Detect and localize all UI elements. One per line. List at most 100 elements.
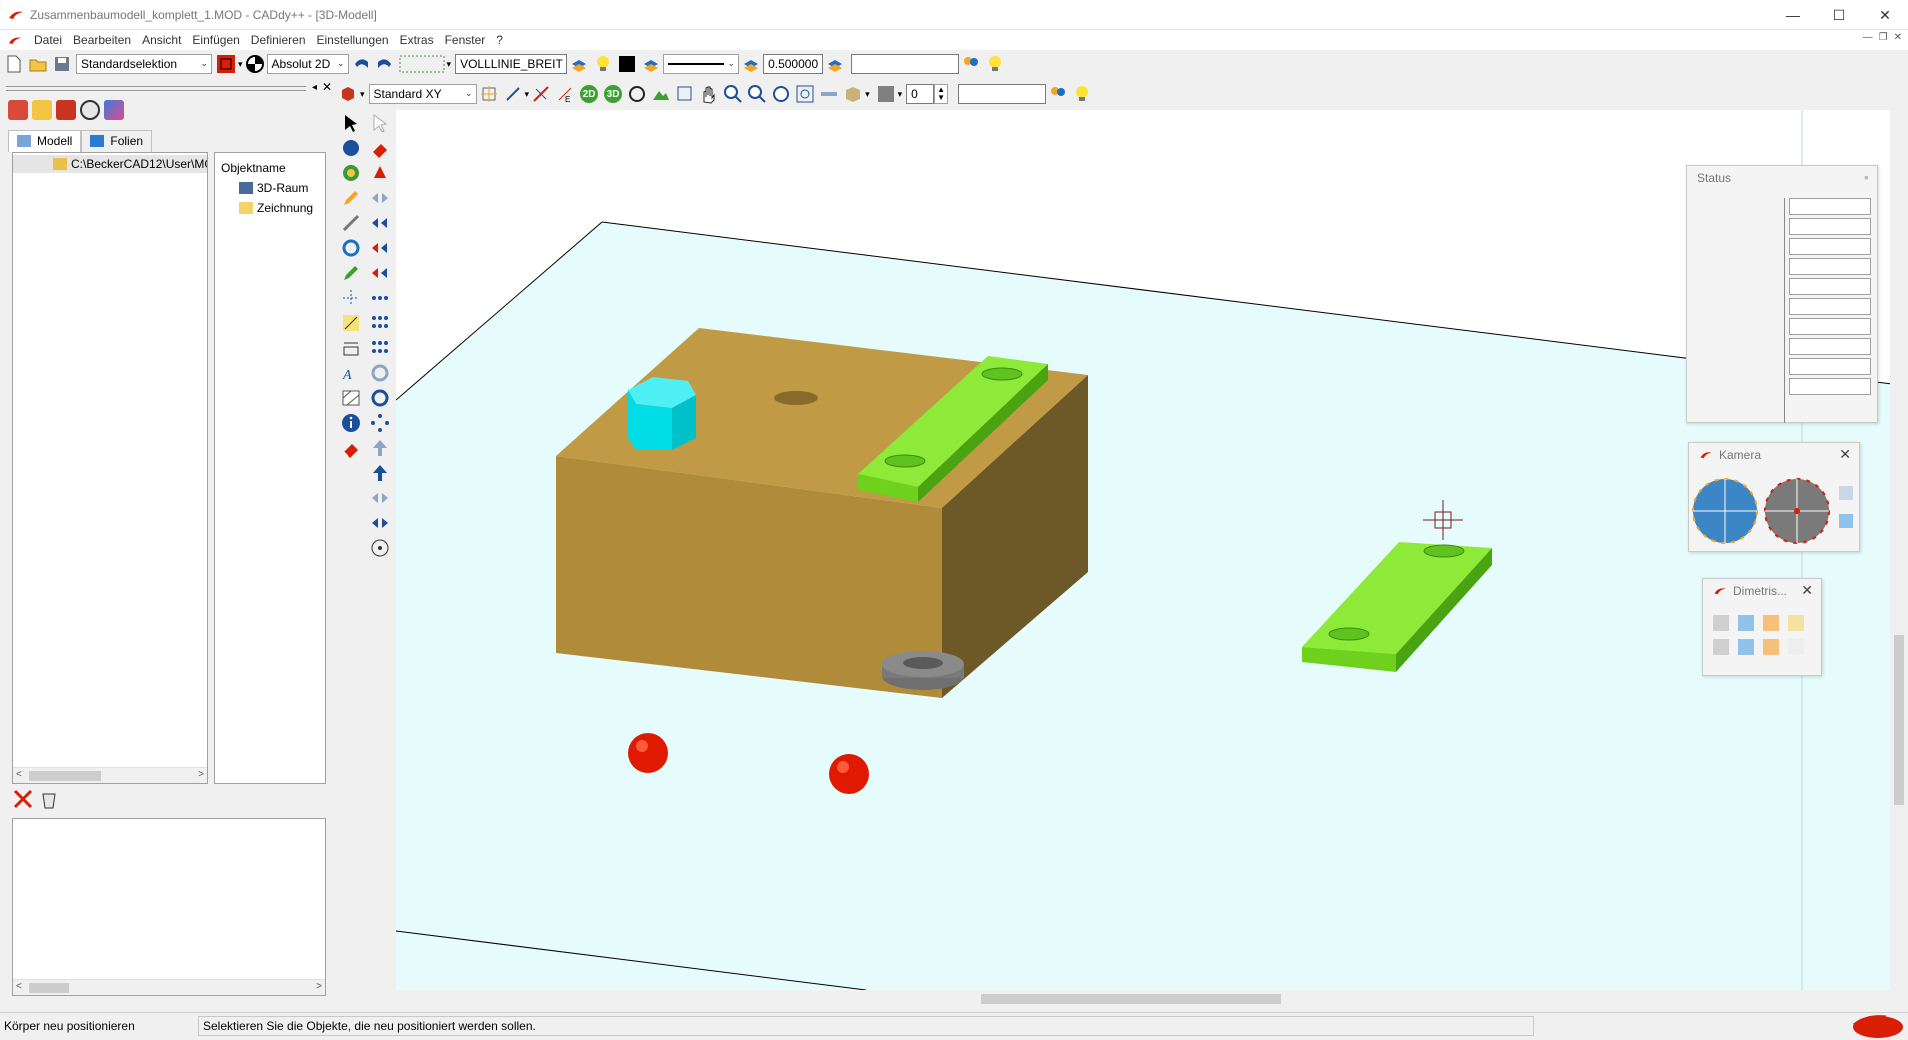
hand-pan-icon[interactable] [699,84,719,104]
camera-cube-bottom-icon[interactable] [1839,514,1853,528]
zoom-extents-icon[interactable] [795,84,815,104]
shift-icon[interactable] [369,212,391,234]
eraser-icon[interactable] [340,437,362,459]
menu-logo-icon[interactable] [8,36,22,45]
zoom-out-icon[interactable] [747,84,767,104]
cube-red-icon[interactable] [338,84,358,104]
layer-field[interactable] [851,54,960,74]
select-color-icon[interactable] [216,54,236,74]
tree-path-row[interactable]: C:\BeckerCAD12\User\MO [13,155,207,173]
users-icon[interactable] [961,54,981,74]
3d-viewport[interactable] [396,110,1892,990]
zoom-all-icon[interactable] [771,84,791,104]
layer-icon-4[interactable] [825,54,845,74]
pencil-icon[interactable] [340,187,362,209]
viewport-vertical-scrollbar[interactable] [1890,110,1908,990]
dots-grid-icon[interactable] [369,312,391,334]
center-point-icon[interactable] [369,537,391,559]
view-cube-icon[interactable] [1763,615,1779,631]
menu-datei[interactable]: Datei [30,33,69,47]
menu-einfuegen[interactable]: Einfügen [188,33,246,47]
dimetric-window-title[interactable]: Dimetris... ✕ [1703,579,1821,603]
properties-scrollbar[interactable]: < > [13,979,325,995]
move-up-dark-icon[interactable] [369,462,391,484]
counter-spin-icon[interactable]: ▲ ▼ [934,84,949,104]
viewport-horizontal-scrollbar[interactable] [396,990,1890,1008]
select-arrow-gray-icon[interactable] [369,112,391,134]
tools-icon[interactable] [340,212,362,234]
bucket-icon[interactable] [40,788,58,813]
view-select[interactable]: Standard XY ⌄ [368,84,477,104]
line-style-select[interactable]: ⌄ [663,54,740,74]
sphere-tool-icon[interactable] [340,137,362,159]
trim-icon[interactable] [531,84,551,104]
view-cube-buttons[interactable] [1713,615,1804,655]
edge-icon[interactable]: E [555,84,575,104]
palette-icon[interactable] [104,100,124,120]
maximize-button[interactable]: ☐ [1816,0,1862,30]
panel-close-icon[interactable]: ✕ [322,80,332,94]
tab-modell[interactable]: Modell [8,130,82,152]
view-cube-icon[interactable] [1763,639,1779,655]
layer-icon-2[interactable] [641,54,661,74]
menu-help[interactable]: ? [492,33,510,47]
move-up-icon[interactable] [369,437,391,459]
view-3d-button[interactable]: 3D [603,84,623,104]
view-cube-icon[interactable] [1713,639,1729,655]
open-folder-icon[interactable] [28,54,48,74]
file-tree-scrollbar[interactable]: < > [13,767,207,783]
hatch-pencil-icon[interactable] [340,312,362,334]
menu-einstellungen[interactable]: Einstellungen [313,33,396,47]
hatch-icon[interactable] [340,387,362,409]
orbit-icon[interactable] [627,84,647,104]
dots-row-icon[interactable] [369,287,391,309]
menu-extras[interactable]: Extras [396,33,441,47]
bulb-icon-2[interactable] [985,54,1005,74]
rotate-icon[interactable] [369,362,391,384]
layer-icon-3[interactable] [741,54,761,74]
view-cube-icon[interactable] [1738,615,1754,631]
globe-tool-icon[interactable] [340,162,362,184]
object-3d-raum[interactable]: 3D-Raum [239,181,308,195]
object-list[interactable]: Objektname 3D-Raum Zeichnung [214,152,326,784]
view-cube-icon[interactable] [1788,639,1804,655]
dots-grid-icon-2[interactable] [369,337,391,359]
mdi-minimize-icon[interactable]: — [1863,32,1873,43]
folder-tree-icon[interactable] [32,100,52,120]
rotate-copy-icon[interactable] [369,387,391,409]
object-zeichnung[interactable]: Zeichnung [239,201,313,215]
model-tree-icon[interactable] [8,100,28,120]
axes-icon[interactable] [340,287,362,309]
shift-copy-icon[interactable] [369,262,391,284]
status-window-title[interactable]: Status ▪ [1687,166,1877,190]
bulb-icon[interactable] [593,54,613,74]
panel-grip[interactable] [6,86,306,91]
terrain-icon[interactable] [651,84,671,104]
scale-icon[interactable] [369,487,391,509]
mirror-icon[interactable] [369,162,391,184]
mdi-close-icon[interactable]: ✕ [1894,32,1902,43]
view-field[interactable] [958,84,1047,104]
camera-cube-top-icon[interactable] [1839,486,1853,500]
text-tool-icon[interactable]: A [340,362,362,384]
delete-filter-icon[interactable] [12,788,34,813]
measure-icon[interactable] [819,84,839,104]
zoom-in-icon[interactable] [723,84,743,104]
redo-icon[interactable] [375,54,395,74]
snap-icon[interactable] [503,84,523,104]
camera-close-icon[interactable]: ✕ [1839,446,1851,463]
polar-array-icon[interactable] [369,412,391,434]
scale-copy-icon[interactable] [369,512,391,534]
fill-color-icon[interactable] [876,84,896,104]
search-tree-icon[interactable] [80,100,100,120]
file-tree[interactable]: C:\BeckerCAD12\User\MO < > [12,152,208,784]
view-2d-button[interactable]: 2D [579,84,599,104]
minimize-button[interactable]: — [1770,0,1816,30]
tab-folien[interactable]: Folien [81,130,153,152]
red-sphere-2[interactable] [829,754,869,794]
undo-icon[interactable] [351,54,371,74]
pin-icon[interactable]: ◂ [312,82,317,93]
grid-icon[interactable] [399,54,445,74]
selection-mode-select[interactable]: Standardselektion ⌄ [76,54,212,74]
line-type-field[interactable]: VOLLLINIE_BREIT [455,54,568,74]
